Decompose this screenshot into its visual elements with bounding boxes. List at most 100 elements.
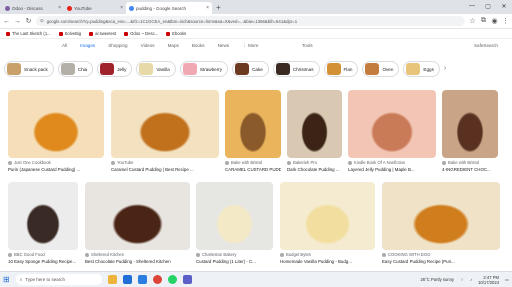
filter-tab[interactable]: Images [80,43,95,49]
tab-close-icon[interactable]: × [58,5,61,11]
filter-tab[interactable]: Maps [168,43,179,49]
minimize-icon[interactable]: — [464,0,480,12]
tools-button[interactable]: Tools [302,43,313,48]
chip-3[interactable]: Vanilla [136,61,176,77]
image-result[interactable]: Sheltered Kitchen Best Chocolate Pudding … [85,182,190,270]
result-thumbnail[interactable] [111,90,219,158]
bookmark-item[interactable]: Ebooks [166,31,186,36]
network-icon[interactable]: ⌔ [460,277,464,283]
filter-tab[interactable]: Books [192,43,205,49]
bookmark-item[interactable]: SolveBig [58,31,81,36]
image-result[interactable]: Bakerish Pro Dark Chocolate Pudding ... [287,90,342,178]
edge-icon[interactable] [122,275,132,284]
image-result[interactable]: Budget Bytes Homemade Vanilla Pudding - B… [280,182,375,270]
new-tab-icon[interactable]: + [212,2,225,14]
maximize-icon[interactable]: ▢ [480,0,496,12]
result-source[interactable]: Sheltered Kitchen [85,252,190,257]
result-title[interactable]: 4-INGREDIENT CHOC... [442,167,498,172]
result-thumbnail[interactable] [8,90,104,158]
menu-icon[interactable]: ⋮ [502,17,509,25]
forward-icon[interactable]: → [14,18,21,25]
result-source[interactable]: BBC Good Food [8,252,78,257]
chip-4[interactable]: Strawberry [179,61,229,77]
chip-9[interactable]: Eggs [403,61,440,77]
result-title[interactable]: Purin (Japanese Custard Pudding) ... [8,167,104,172]
filter-tab[interactable]: All [62,43,67,49]
image-result[interactable]: Just One Cookbook Purin (Japanese Custard… [8,90,104,178]
result-source[interactable]: Just One Cookbook [8,160,104,165]
image-result[interactable]: Bake with Bristol CARAMEL CUSTARD PUDDING… [225,90,281,178]
result-source[interactable]: Charleston Bakery [196,252,273,257]
back-icon[interactable]: ← [3,18,10,25]
image-result[interactable]: BBC Good Food 10 Easy Sponge Pudding Reci… [8,182,78,270]
tab-0[interactable]: Odoo - Discuss × [2,2,64,14]
filter-tab[interactable]: Shopping [108,43,127,49]
result-source[interactable]: YouTube [111,160,219,165]
result-thumbnail[interactable] [8,182,78,250]
result-source[interactable]: Bake with Bristol [442,160,498,165]
result-title[interactable]: Caramel Custard Pudding | Best Recipe ..… [111,167,219,172]
result-thumbnail[interactable] [382,182,500,250]
notification-icon[interactable]: ▭ [505,277,509,282]
windows-start-icon[interactable]: ⊞ [3,275,10,284]
image-result[interactable]: Kindle Book Of A Nonfiction Layered Jelly… [348,90,436,178]
result-title[interactable]: CARAMEL CUSTARD PUDDING ... [225,167,281,172]
filter-tab[interactable]: News [218,43,230,49]
chip-2[interactable]: Jelly [97,61,133,77]
tab-1[interactable]: YouTube × [64,2,126,14]
file-explorer-icon[interactable] [107,275,117,284]
chip-7[interactable]: Flan [323,61,359,77]
safesearch-button[interactable]: SafeSearch [474,43,498,48]
chips-next-icon[interactable]: › [444,61,446,77]
url-field[interactable]: ⊙ google.com/search?q=pudding&sca_esv=..… [36,16,465,26]
result-thumbnail[interactable] [348,90,436,158]
volume-icon[interactable]: ♪ [470,277,472,282]
store-icon[interactable] [137,275,147,284]
result-thumbnail[interactable] [196,182,273,250]
result-thumbnail[interactable] [280,182,375,250]
reload-icon[interactable]: ↻ [25,17,32,25]
image-result[interactable]: Charleston Bakery Custard Pudding (1 Lite… [196,182,273,270]
chip-6[interactable]: Christmas [272,61,320,77]
tab-close-icon[interactable]: × [206,5,209,11]
teams-icon[interactable] [182,275,192,284]
bookmark-item[interactable]: The Last Sketch (1... [6,31,51,36]
chip-0[interactable]: Snack pack [4,61,54,77]
profile-icon[interactable]: ◉ [491,17,498,25]
result-title[interactable]: Custard Pudding (1 Liter) - C... [196,259,273,264]
star-icon[interactable]: ☆ [469,17,476,25]
result-title[interactable]: Dark Chocolate Pudding ... [287,167,342,172]
close-icon[interactable]: ✕ [496,0,512,12]
result-thumbnail[interactable] [287,90,342,158]
image-result[interactable]: COOKING WITH DOG Easy Custard Pudding Rec… [382,182,500,270]
bookmark-item[interactable]: Odoo ~ Desc... [124,31,158,36]
filter-tab[interactable]: ⋮ More [242,43,258,49]
result-title[interactable]: Easy Custard Pudding Recipe (Puri... [382,259,500,264]
result-source[interactable]: Bakerish Pro [287,160,342,165]
chip-8[interactable]: Oven [362,61,400,77]
filter-tab[interactable]: Videos [141,43,155,49]
clock[interactable]: 2:47 PM 10/17/2024 [478,275,499,285]
result-title[interactable]: Homemade Vanilla Pudding - Budg... [280,259,375,264]
site-info-icon[interactable]: ⊙ [40,18,44,24]
bookmark-item[interactable]: ai:sweetest [89,31,116,36]
result-source[interactable]: Kindle Book Of A Nonfiction [348,160,436,165]
chip-1[interactable]: Chia [57,61,94,77]
result-title[interactable]: Layered Jelly Pudding | Maple B... [348,167,436,172]
result-thumbnail[interactable] [225,90,281,158]
result-title[interactable]: 10 Easy Sponge Pudding Recipe... [8,259,78,264]
tab-2[interactable]: pudding - Google Search × [126,2,212,14]
image-result[interactable]: Bake with Bristol 4-INGREDIENT CHOC... [442,90,498,178]
extensions-icon[interactable]: ⧉ [480,17,487,25]
result-source[interactable]: COOKING WITH DOG [382,252,500,257]
result-source[interactable]: Bake with Bristol [225,160,281,165]
chrome-icon[interactable] [152,275,162,284]
result-thumbnail[interactable] [442,90,498,158]
chip-5[interactable]: Cake [232,61,269,77]
result-title[interactable]: Best Chocolate Pudding - Sheltered Kitch… [85,259,190,264]
image-result[interactable]: YouTube Caramel Custard Pudding | Best Re… [111,90,219,178]
tab-close-icon[interactable]: × [120,5,123,11]
result-thumbnail[interactable] [85,182,190,250]
taskbar-search[interactable]: ⌕ Type here to search [15,274,102,285]
whatsapp-icon[interactable] [167,275,177,284]
